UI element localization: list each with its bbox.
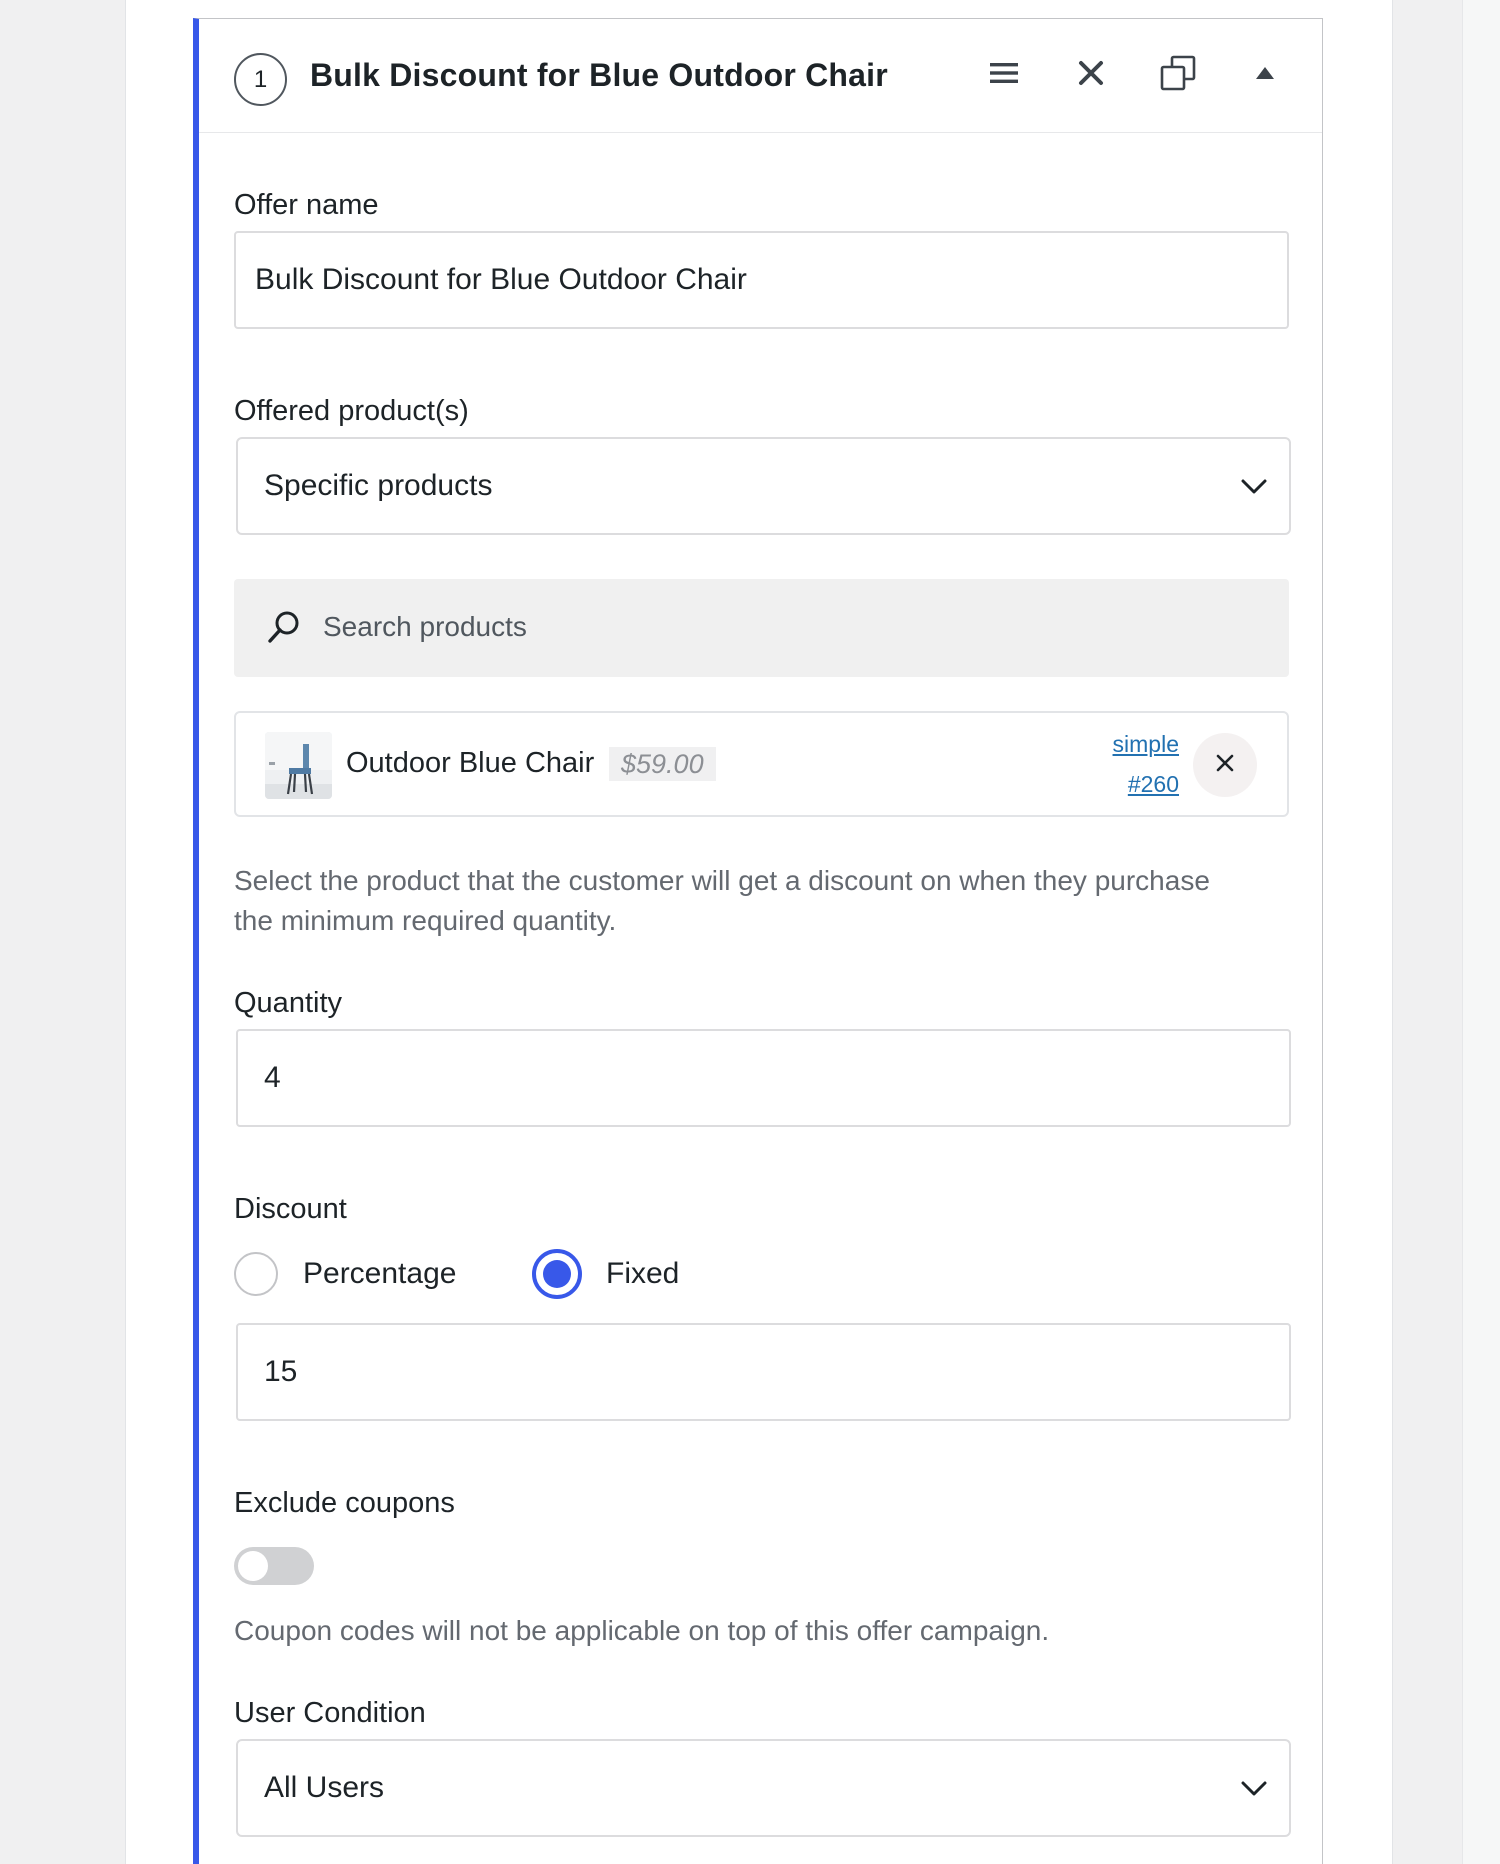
discount-amount-input[interactable]: 15 (236, 1323, 1291, 1421)
user-condition-selected-value: All Users (264, 1771, 385, 1804)
product-thumbnail (265, 732, 332, 799)
discount-label: Discount (234, 1193, 347, 1225)
remove-product-button[interactable] (1193, 733, 1257, 797)
user-condition-label: User Condition (234, 1697, 426, 1729)
toggle-knob (238, 1551, 268, 1581)
product-price: $59.00 (609, 747, 716, 781)
offered-products-help: Select the product that the customer wil… (234, 865, 1210, 936)
close-icon (1216, 754, 1234, 777)
chevron-down-icon (1241, 1771, 1267, 1805)
exclude-coupons-toggle[interactable] (234, 1547, 314, 1585)
search-icon (266, 609, 302, 650)
search-placeholder: Search products (323, 611, 527, 642)
offered-products-label: Offered product(s) (234, 395, 469, 427)
menu-icon[interactable] (984, 53, 1024, 93)
percentage-radio-label: Percentage (303, 1257, 457, 1290)
exclude-coupons-label: Exclude coupons (234, 1487, 455, 1519)
exclude-coupons-help: Coupon codes will not be applicable on t… (234, 1615, 1050, 1646)
chevron-down-icon (1241, 469, 1267, 503)
percentage-radio[interactable] (234, 1252, 278, 1296)
offered-products-selected-value: Specific products (264, 469, 493, 502)
quantity-label: Quantity (234, 987, 342, 1019)
product-id-link[interactable]: #260 (1128, 771, 1179, 798)
offer-card-header[interactable]: 1 Bulk Discount for Blue Outdoor Chair (199, 19, 1322, 133)
caret-up-icon[interactable] (1245, 53, 1285, 93)
offer-name-label: Offer name (234, 189, 379, 221)
product-search-input[interactable]: Search products (234, 579, 1289, 677)
selected-product-item: Outdoor Blue Chair $59.00 simple #260 (234, 711, 1289, 817)
discount-fixed-option[interactable]: Fixed (532, 1249, 679, 1299)
fixed-radio-label: Fixed (606, 1257, 680, 1290)
offer-card: 1 Bulk Discount for Blue Outdoor Chair O… (193, 18, 1323, 1864)
fixed-radio[interactable] (532, 1249, 582, 1299)
product-type-link[interactable]: simple (1113, 731, 1179, 758)
product-name: Outdoor Blue Chair (346, 747, 595, 779)
step-number-badge: 1 (234, 53, 287, 106)
user-condition-select[interactable]: All Users (236, 1739, 1291, 1837)
offer-name-input[interactable]: Bulk Discount for Blue Outdoor Chair (234, 231, 1289, 329)
quantity-input[interactable]: 4 (236, 1029, 1291, 1127)
discount-percentage-option[interactable]: Percentage (234, 1249, 456, 1299)
discount-type-radio-group: Percentage Fixed (234, 1249, 1034, 1299)
duplicate-icon[interactable] (1158, 53, 1198, 93)
close-icon[interactable] (1071, 53, 1111, 93)
right-sidebar-edge (1462, 0, 1500, 1864)
offered-products-select[interactable]: Specific products (236, 437, 1291, 535)
offer-title: Bulk Discount for Blue Outdoor Chair (310, 57, 888, 93)
